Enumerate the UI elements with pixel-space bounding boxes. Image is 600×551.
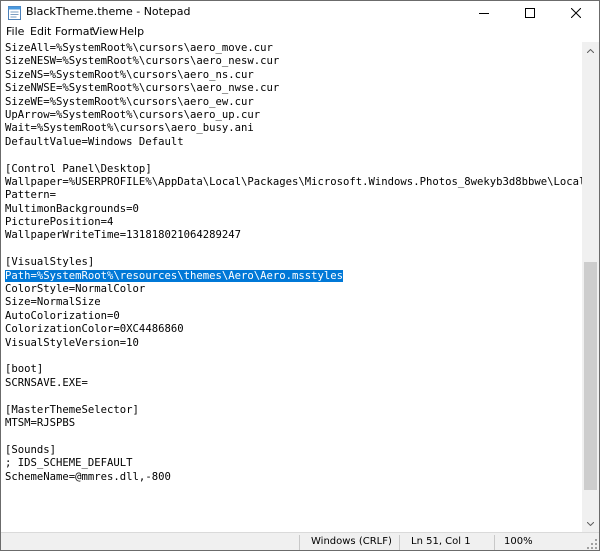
text-line-content: Wallpaper=%USERPROFILE%\AppData\Local\Pa… [5,175,582,188]
chevron-up-icon [587,48,594,53]
text-line-content: ; IDS_SCHEME_DEFAULT [5,457,133,470]
text-line[interactable]: ; IDS_SCHEME_DEFAULT [5,457,582,470]
text-line-content: Pattern= [5,189,57,202]
minimize-icon [479,12,489,14]
close-button[interactable] [553,1,599,24]
text-line[interactable]: [boot] [5,363,582,376]
text-line-content: Size=NormalSize [5,296,101,309]
status-zoom: 100% [504,536,533,547]
text-line[interactable] [5,243,582,256]
menu-file[interactable]: File [6,25,24,38]
vertical-scrollbar[interactable] [582,42,599,532]
status-bar: Windows (CRLF) Ln 51, Col 1 100% [1,532,599,550]
text-line-content: MultimonBackgrounds=0 [5,202,139,215]
notepad-app-icon [8,6,21,20]
status-position: Ln 51, Col 1 [411,536,471,547]
text-line[interactable]: MTSM=RJSPBS [5,417,582,430]
text-line-content: ColorizationColor=0XC4486860 [5,323,184,336]
text-line[interactable]: ColorizationColor=0XC4486860 [5,323,582,336]
status-divider [299,535,300,550]
close-icon [571,7,581,18]
scroll-up-button[interactable] [582,42,599,59]
text-line[interactable] [5,350,582,363]
text-line[interactable]: SCRNSAVE.EXE= [5,377,582,390]
text-line[interactable]: Path=%SystemRoot%\resources\themes\Aero\… [5,269,582,283]
menu-view[interactable]: View [92,25,118,38]
text-line[interactable]: [VisualStyles] [5,256,582,269]
text-line-content: Wait=%SystemRoot%\cursors\aero_busy.ani [5,122,254,135]
status-encoding: Windows (CRLF) [311,536,392,547]
text-line-content: WallpaperWriteTime=131818021064289247 [5,229,241,242]
text-line[interactable]: SizeWE=%SystemRoot%\cursors\aero_ew.cur [5,96,582,109]
menu-format[interactable]: Format [55,25,94,38]
status-divider [494,535,495,550]
text-line[interactable]: SizeAll=%SystemRoot%\cursors\aero_move.c… [5,42,582,55]
text-line[interactable]: [MasterThemeSelector] [5,404,582,417]
text-line-content: [VisualStyles] [5,256,95,269]
title-bar[interactable]: BlackTheme.theme - Notepad [1,1,599,24]
text-line-content: SizeNESW=%SystemRoot%\cursors\aero_nesw.… [5,55,280,68]
menu-edit[interactable]: Edit [30,25,51,38]
chevron-down-icon [587,521,594,526]
status-divider [399,535,400,550]
text-line-content: SCRNSAVE.EXE= [5,376,88,389]
text-line-content: SizeAll=%SystemRoot%\cursors\aero_move.c… [5,42,273,54]
text-editor[interactable]: SizeAll=%SystemRoot%\cursors\aero_move.c… [1,42,582,532]
text-line-content: SizeNWSE=%SystemRoot%\cursors\aero_nwse.… [5,82,280,95]
text-line[interactable] [5,390,582,403]
window-title: BlackTheme.theme - Notepad [26,5,191,18]
text-line-content: ColorStyle=NormalColor [5,283,146,296]
text-line[interactable]: SizeNESW=%SystemRoot%\cursors\aero_nesw.… [5,55,582,68]
scroll-down-button[interactable] [582,515,599,532]
text-line[interactable]: Wallpaper=%USERPROFILE%\AppData\Local\Pa… [5,176,582,189]
text-line-content: SchemeName=@mmres.dll,-800 [5,470,171,483]
text-line[interactable]: PicturePosition=4 [5,216,582,229]
editor-content[interactable]: SizeAll=%SystemRoot%\cursors\aero_move.c… [5,42,582,484]
text-line[interactable]: AutoColorization=0 [5,310,582,323]
text-line-content: [MasterThemeSelector] [5,403,139,416]
text-line[interactable]: VisualStyleVersion=10 [5,337,582,350]
text-line-content: UpArrow=%SystemRoot%\cursors\aero_up.cur [5,108,261,121]
minimize-button[interactable] [461,1,507,24]
text-line[interactable]: Size=NormalSize [5,296,582,309]
text-line-content: PicturePosition=4 [5,216,114,229]
text-line[interactable] [5,149,582,162]
text-line[interactable]: Wait=%SystemRoot%\cursors\aero_busy.ani [5,122,582,135]
text-line-content: MTSM=RJSPBS [5,416,76,429]
text-line-content: [Control Panel\Desktop] [5,162,152,175]
text-line[interactable]: WallpaperWriteTime=131818021064289247 [5,229,582,242]
text-line-content: VisualStyleVersion=10 [5,336,139,349]
notepad-window: BlackTheme.theme - Notepad File Edit For… [0,0,600,551]
menu-bar: File Edit Format View Help [1,24,599,42]
maximize-button[interactable] [507,1,553,24]
text-line[interactable]: SizeNWSE=%SystemRoot%\cursors\aero_nwse.… [5,82,582,95]
text-line[interactable]: [Sounds] [5,444,582,457]
resize-grip-icon[interactable] [587,539,597,549]
text-line-content: [boot] [5,363,44,376]
menu-help[interactable]: Help [119,25,144,38]
text-line[interactable]: MultimonBackgrounds=0 [5,203,582,216]
maximize-icon [525,7,535,18]
text-line[interactable]: [Control Panel\Desktop] [5,163,582,176]
text-line-content: AutoColorization=0 [5,309,120,322]
text-line-content: Path=%SystemRoot%\resources\themes\Aero\… [5,269,344,282]
text-line[interactable]: DefaultValue=Windows Default [5,136,582,149]
text-line[interactable]: SchemeName=@mmres.dll,-800 [5,471,582,484]
text-line[interactable]: Pattern= [5,189,582,202]
text-line-content: SizeWE=%SystemRoot%\cursors\aero_ew.cur [5,95,254,108]
text-line[interactable]: UpArrow=%SystemRoot%\cursors\aero_up.cur [5,109,582,122]
text-line-content: [Sounds] [5,443,57,456]
text-line-content: SizeNS=%SystemRoot%\cursors\aero_ns.cur [5,68,254,81]
text-line-content: DefaultValue=Windows Default [5,135,184,148]
text-line[interactable] [5,430,582,443]
scrollbar-thumb[interactable] [584,262,597,490]
text-line[interactable]: SizeNS=%SystemRoot%\cursors\aero_ns.cur [5,69,582,82]
text-line[interactable]: ColorStyle=NormalColor [5,283,582,296]
